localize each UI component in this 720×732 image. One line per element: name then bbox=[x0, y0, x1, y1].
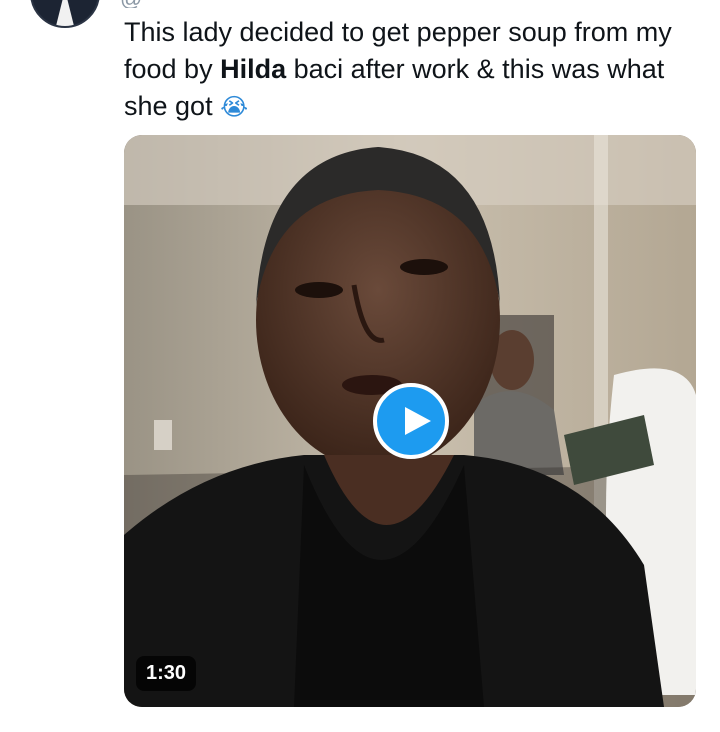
author-header-cutoff: @ bbox=[120, 0, 540, 8]
tweet-text: This lady decided to get pepper soup fro… bbox=[124, 14, 704, 126]
author-avatar[interactable] bbox=[30, 0, 100, 28]
tweet-text-bold-name[interactable]: Hilda bbox=[220, 54, 286, 84]
video-player[interactable]: 1:30 bbox=[124, 135, 696, 707]
next-content-cutoff bbox=[124, 722, 384, 732]
video-duration-badge: 1:30 bbox=[136, 656, 197, 691]
crying-emoji-icon: 😭 bbox=[220, 93, 249, 121]
play-button[interactable] bbox=[373, 383, 449, 459]
